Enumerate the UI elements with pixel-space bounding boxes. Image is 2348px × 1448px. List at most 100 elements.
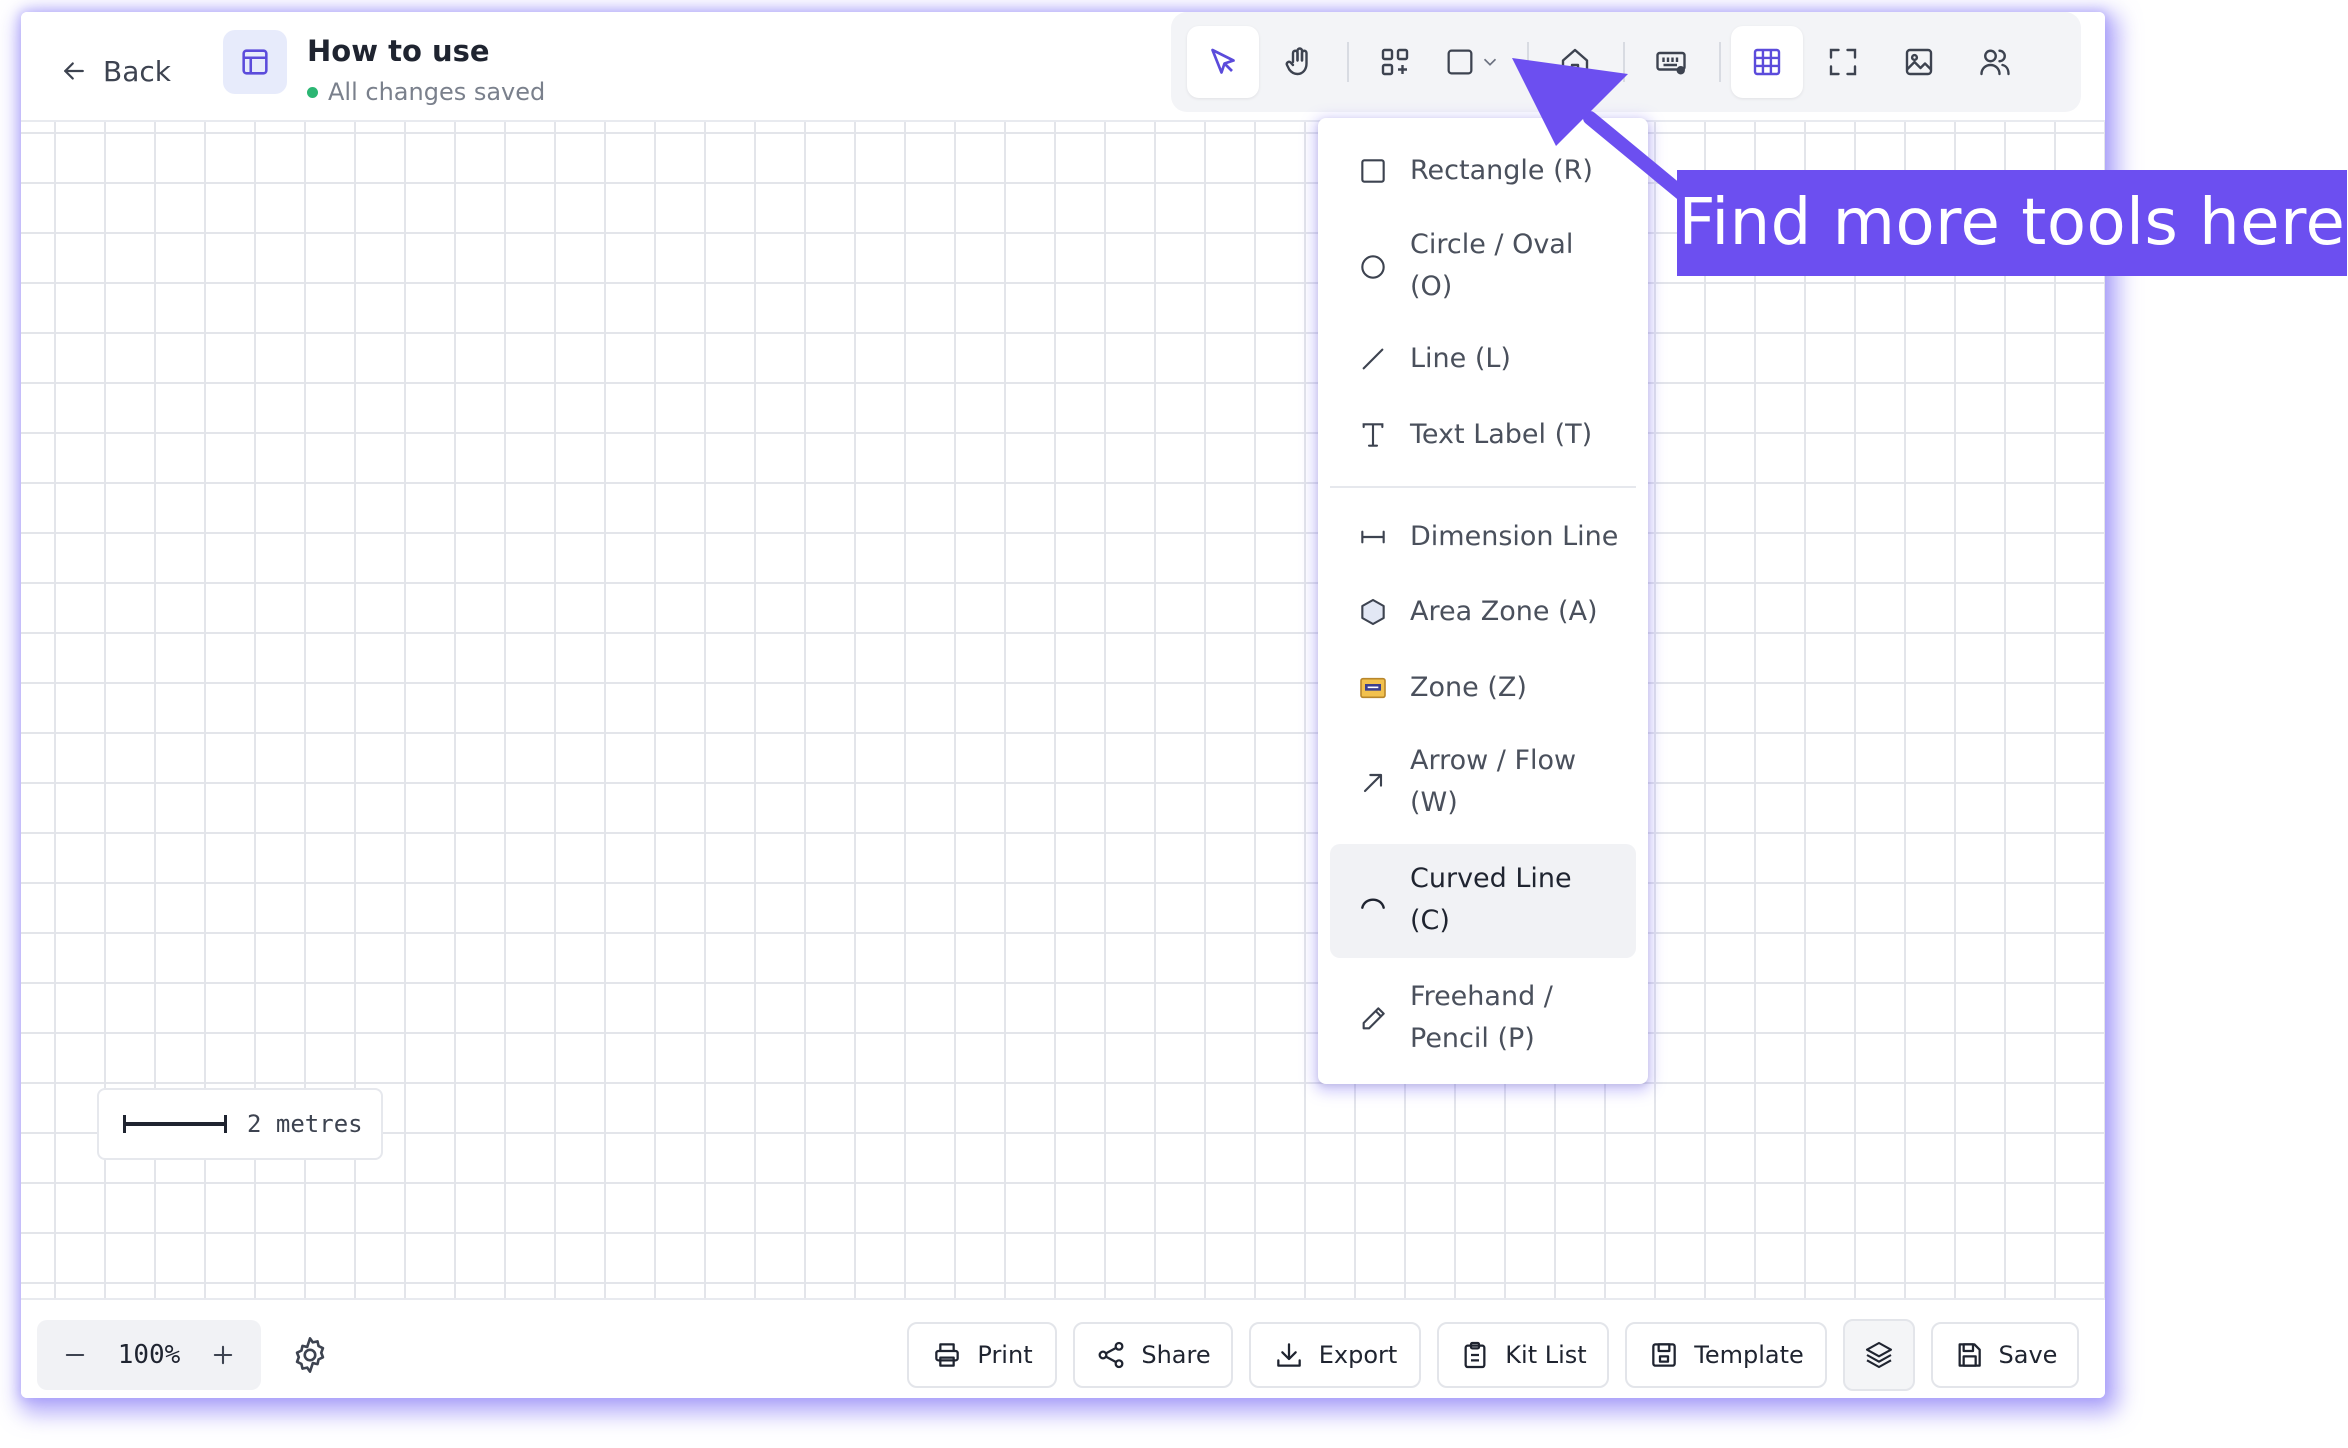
menu-item-rectangle[interactable]: Rectangle (R) xyxy=(1330,134,1636,208)
save-button[interactable]: Save xyxy=(1931,1322,2079,1388)
menu-item-curved-line[interactable]: Curved Line (C) xyxy=(1330,844,1636,958)
drawing-canvas[interactable]: 2 metres xyxy=(21,122,2105,1298)
menu-item-dimension-line[interactable]: Dimension Line xyxy=(1330,502,1636,572)
save-status: All changes saved xyxy=(307,78,545,106)
menu-item-label: Zone (Z) xyxy=(1410,672,1527,703)
export-label: Export xyxy=(1318,1341,1398,1369)
settings-button[interactable] xyxy=(289,1334,331,1376)
menu-item-arrow-flow[interactable]: Arrow / Flow (W) xyxy=(1330,728,1636,838)
document-title[interactable]: How to use xyxy=(307,34,490,68)
menu-item-label: Curved Line (C) xyxy=(1410,863,1572,936)
menu-item-zone[interactable]: Zone (Z) xyxy=(1330,652,1636,724)
template-label: Template xyxy=(1694,1341,1804,1369)
toolbar-divider xyxy=(1347,42,1349,82)
menu-item-freehand-pencil[interactable]: Freehand / Pencil (P) xyxy=(1330,964,1636,1074)
zoom-value: 100% xyxy=(117,1340,181,1370)
menu-item-label: Dimension Line xyxy=(1410,521,1619,552)
bottom-bar: 100% Print Share Export Kit List Templat… xyxy=(21,1298,2105,1398)
arrow-up-right-icon xyxy=(1356,766,1390,800)
scale-label: 2 metres xyxy=(247,1110,363,1138)
fullscreen-button[interactable] xyxy=(1807,26,1879,98)
keyboard-tool-button[interactable] xyxy=(1635,26,1707,98)
layers-icon xyxy=(1865,1341,1893,1369)
scale-bar xyxy=(123,1113,227,1135)
hexagon-icon xyxy=(1356,595,1390,629)
share-label: Share xyxy=(1141,1341,1211,1369)
square-icon xyxy=(1356,154,1390,188)
grid-plus-icon xyxy=(1381,48,1409,76)
zoom-control: 100% xyxy=(37,1320,261,1390)
main-toolbar xyxy=(1171,12,2081,112)
hand-icon xyxy=(1285,47,1308,76)
shapes-dropdown-menu: Rectangle (R) Circle / Oval (O) Line (L)… xyxy=(1318,118,1648,1084)
pan-tool-button[interactable] xyxy=(1263,26,1335,98)
menu-item-label: Circle / Oval (O) xyxy=(1410,229,1574,302)
plus-icon xyxy=(213,1345,233,1365)
dimension-icon xyxy=(1356,520,1390,554)
download-icon xyxy=(1276,1343,1301,1367)
grid-toggle-button[interactable] xyxy=(1731,26,1803,98)
toolbar-divider xyxy=(1719,42,1721,82)
printer-icon xyxy=(935,1343,960,1367)
save-label: Save xyxy=(1998,1341,2058,1369)
share-button[interactable]: Share xyxy=(1073,1322,1233,1388)
chevron-down-icon xyxy=(1483,58,1497,66)
menu-item-text-label[interactable]: Text Label (T) xyxy=(1330,400,1636,470)
minus-icon xyxy=(65,1353,85,1357)
menu-item-label: Area Zone (A) xyxy=(1410,596,1598,627)
fullscreen-icon xyxy=(1829,48,1857,76)
print-button[interactable]: Print xyxy=(907,1322,1057,1388)
pencil-icon xyxy=(1356,1002,1390,1036)
floppy-icon xyxy=(1958,1343,1981,1367)
toolbar-divider xyxy=(1527,42,1529,82)
square-icon xyxy=(1447,49,1473,75)
back-button[interactable]: Back xyxy=(59,40,171,102)
toolbar-divider xyxy=(1623,42,1625,82)
export-button[interactable]: Export xyxy=(1249,1322,1421,1388)
shapes-tool-dropdown[interactable] xyxy=(1427,26,1517,98)
components-tool-button[interactable] xyxy=(1359,26,1431,98)
users-icon xyxy=(1980,49,2010,76)
image-tool-button[interactable] xyxy=(1883,26,1955,98)
cursor-icon xyxy=(1211,48,1235,74)
menu-item-label: Freehand / Pencil (P) xyxy=(1410,981,1553,1054)
zoom-in-button[interactable] xyxy=(205,1337,241,1373)
menu-item-line[interactable]: Line (L) xyxy=(1330,324,1636,394)
text-icon xyxy=(1356,418,1390,452)
image-icon xyxy=(1905,48,1933,76)
back-label: Back xyxy=(103,54,171,88)
share-icon xyxy=(1098,1341,1124,1369)
menu-item-area-zone[interactable]: Area Zone (A) xyxy=(1330,576,1636,648)
kit-list-label: Kit List xyxy=(1505,1341,1587,1369)
template-icon xyxy=(1652,1343,1677,1367)
save-status-text: All changes saved xyxy=(328,78,546,106)
callout-label: Find more tools here xyxy=(1677,170,2347,276)
grid-icon xyxy=(1753,48,1781,76)
clipboard-icon xyxy=(1464,1341,1486,1369)
print-label: Print xyxy=(977,1341,1033,1369)
menu-item-label: Rectangle (R) xyxy=(1410,155,1593,186)
keyboard-icon xyxy=(1656,51,1686,75)
gear-icon xyxy=(295,1337,325,1373)
menu-item-label: Line (L) xyxy=(1410,343,1511,374)
layers-button[interactable] xyxy=(1843,1319,1915,1391)
curve-icon xyxy=(1356,884,1390,918)
scale-indicator: 2 metres xyxy=(97,1088,383,1160)
menu-item-circle[interactable]: Circle / Oval (O) xyxy=(1330,214,1636,320)
home-tool-button[interactable] xyxy=(1539,26,1611,98)
zoom-out-button[interactable] xyxy=(57,1337,93,1373)
collaborators-button[interactable] xyxy=(1959,26,2031,98)
menu-item-label: Arrow / Flow (W) xyxy=(1410,745,1577,818)
circle-icon xyxy=(1356,250,1390,284)
menu-divider xyxy=(1330,486,1636,488)
saved-dot-icon xyxy=(307,86,318,98)
template-button[interactable]: Template xyxy=(1625,1322,1827,1388)
select-tool-button[interactable] xyxy=(1187,26,1259,98)
kit-list-button[interactable]: Kit List xyxy=(1437,1322,1609,1388)
menu-item-label: Text Label (T) xyxy=(1410,419,1593,450)
arrow-left-icon xyxy=(64,62,84,80)
zone-icon xyxy=(1356,671,1390,705)
line-icon xyxy=(1356,342,1390,376)
layout-icon xyxy=(223,30,287,94)
house-icon xyxy=(1561,48,1589,76)
